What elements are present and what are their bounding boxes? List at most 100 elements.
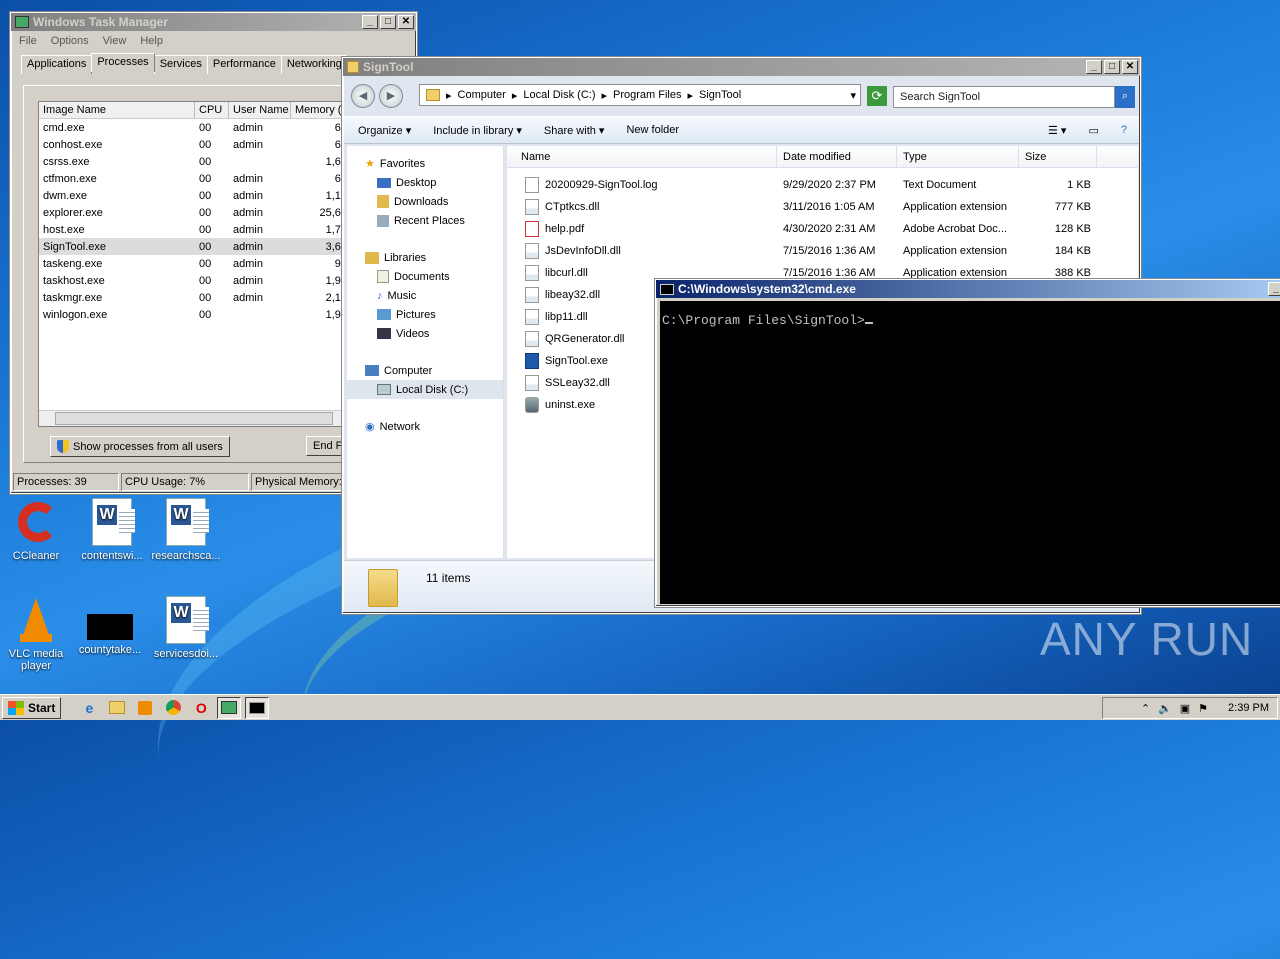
nav-network[interactable]: ◉ Network <box>347 417 503 436</box>
forward-button[interactable]: ▶ <box>379 84 403 108</box>
show-hidden-icons-icon[interactable]: ⌃ <box>1141 702 1150 715</box>
nav-documents[interactable]: Documents <box>347 267 503 286</box>
chrome-icon[interactable] <box>161 697 185 719</box>
menu-file[interactable]: File <box>19 35 37 47</box>
process-user: admin <box>233 291 263 304</box>
back-button[interactable]: ◀ <box>351 84 375 108</box>
nav-downloads[interactable]: Downloads <box>347 192 503 211</box>
breadcrumb-program-files[interactable]: Program Files <box>613 89 681 101</box>
menu-view[interactable]: View <box>103 35 127 47</box>
nav-label: Computer <box>384 364 433 377</box>
column-size[interactable]: Size <box>1019 146 1097 167</box>
column-image-name[interactable]: Image Name <box>39 102 195 118</box>
minimize-button[interactable]: _ <box>1086 60 1102 74</box>
nav-videos[interactable]: Videos <box>347 324 503 343</box>
cmd-taskbar-icon[interactable] <box>245 696 270 719</box>
opera-icon[interactable]: O <box>189 697 213 719</box>
nav-music[interactable]: ♪ Music <box>347 286 503 305</box>
tab-performance[interactable]: Performance <box>206 55 282 74</box>
file-name: libeay32.dll <box>545 289 601 301</box>
nav-favorites[interactable]: ★ Favorites <box>347 154 503 173</box>
maximize-button[interactable]: □ <box>380 15 396 29</box>
explorer-titlebar[interactable]: SignTool _ □ ✕ <box>343 58 1140 76</box>
share-with-label: Share with <box>543 124 596 137</box>
file-explorer-icon[interactable] <box>105 697 129 719</box>
address-bar[interactable]: ▸ Computer ▸ Local Disk (C:) ▸ Program F… <box>419 84 861 106</box>
file-row[interactable]: JsDevInfoDll.dll 7/15/2016 1:36 AM Applica… <box>507 240 1138 262</box>
tab-applications[interactable]: Applications <box>21 55 93 74</box>
nav-local-disk[interactable]: Local Disk (C:) <box>347 380 503 399</box>
action-center-flag-icon[interactable]: ⚑ <box>1198 702 1208 715</box>
desktop-icon-researchsca[interactable]: researchsca... <box>150 498 222 562</box>
start-button[interactable]: Start <box>2 696 62 719</box>
console-output[interactable]: C:\Program Files\SignTool> <box>660 301 1280 604</box>
breadcrumb-separator-icon: ▸ <box>687 89 694 102</box>
task-manager-titlebar[interactable]: Windows Task Manager _ □ ✕ <box>11 13 416 31</box>
include-in-library-button[interactable]: Include in library ▾ <box>433 124 522 137</box>
file-row[interactable]: 20200929-SignTool.log 9/29/2020 2:37 PM Te… <box>507 174 1138 196</box>
desktop-icon-ccleaner[interactable]: CCleaner <box>0 498 72 562</box>
desktop-icon-vlc[interactable]: VLC media player <box>0 596 72 672</box>
refresh-icon[interactable]: ⟳ <box>867 86 887 106</box>
file-date: 9/29/2020 2:37 PM <box>783 179 876 191</box>
process-user: admin <box>233 257 263 270</box>
column-type[interactable]: Type <box>897 146 1019 167</box>
clock[interactable]: 2:39 PM <box>1228 702 1269 714</box>
cmd-titlebar[interactable]: C:\Windows\system32\cmd.exe _ <box>656 280 1280 298</box>
file-date: 7/15/2016 1:36 AM <box>783 267 876 279</box>
tab-networking[interactable]: Networking <box>280 55 348 74</box>
nav-label: Pictures <box>396 308 436 321</box>
minimize-button[interactable]: _ <box>1268 282 1280 296</box>
preview-pane-icon[interactable]: ▭ <box>1088 124 1098 137</box>
column-cpu[interactable]: CPU <box>195 102 229 118</box>
breadcrumb-computer[interactable]: Computer <box>458 89 506 101</box>
volume-icon[interactable]: 🔈 <box>1158 702 1172 715</box>
status-cpu: CPU Usage: 7% <box>121 473 249 491</box>
column-user-name[interactable]: User Name <box>229 102 291 118</box>
internet-explorer-icon[interactable]: e <box>77 697 101 719</box>
desktop-icon-contentswi[interactable]: contentswi... <box>76 498 148 562</box>
desktop-icon-servicesdoi[interactable]: servicesdoi... <box>150 596 222 660</box>
share-with-button[interactable]: Share with ▾ <box>544 124 605 137</box>
exe-icon <box>525 353 539 369</box>
new-folder-button[interactable]: New folder <box>626 124 679 136</box>
menu-help[interactable]: Help <box>140 35 163 47</box>
nav-libraries[interactable]: Libraries <box>347 248 503 267</box>
address-dropdown-icon[interactable]: ▾ <box>850 89 856 102</box>
tab-services[interactable]: Services <box>153 55 208 74</box>
close-button[interactable]: ✕ <box>398 15 414 29</box>
nav-recent-places[interactable]: Recent Places <box>347 211 503 230</box>
shield-icon <box>57 440 69 453</box>
file-name-cell: JsDevInfoDll.dll <box>507 243 777 259</box>
organize-button[interactable]: Organize ▾ <box>358 124 411 137</box>
nav-desktop[interactable]: Desktop <box>347 173 503 192</box>
search-icon[interactable]: ⌕ <box>1115 86 1135 108</box>
task-manager-taskbar-icon[interactable] <box>217 696 242 719</box>
show-all-processes-button[interactable]: Show processes from all users <box>50 436 230 457</box>
maximize-button[interactable]: □ <box>1104 60 1120 74</box>
media-player-icon[interactable] <box>133 697 157 719</box>
folder-icon <box>426 89 440 101</box>
file-type: Adobe Acrobat Doc... <box>903 223 1007 235</box>
menu-options[interactable]: Options <box>51 35 89 47</box>
file-size: 388 KB <box>1054 267 1091 279</box>
breadcrumb-signtool[interactable]: SignTool <box>699 89 741 101</box>
close-button[interactable]: ✕ <box>1122 60 1138 74</box>
help-icon[interactable]: ? <box>1121 124 1127 136</box>
process-user: admin <box>233 274 263 287</box>
file-name: libcurl.dll <box>545 267 588 279</box>
minimize-button[interactable]: _ <box>362 15 378 29</box>
desktop-icon-countytake[interactable]: countytake... <box>74 596 146 656</box>
tab-processes[interactable]: Processes <box>91 53 155 72</box>
file-row[interactable]: help.pdf 4/30/2020 2:31 AM Adobe Acrobat D… <box>507 218 1138 240</box>
view-options-icon[interactable]: ☰ ▾ <box>1048 124 1066 137</box>
column-date-modified[interactable]: Date modified <box>777 146 897 167</box>
nav-computer[interactable]: Computer <box>347 361 503 380</box>
scrollbar-thumb[interactable] <box>55 412 333 425</box>
file-row[interactable]: CTptkcs.dll 3/11/2016 1:05 AM Application … <box>507 196 1138 218</box>
search-input[interactable]: Search SignTool <box>893 86 1115 108</box>
nav-pictures[interactable]: Pictures <box>347 305 503 324</box>
column-name[interactable]: Name <box>507 146 777 167</box>
network-tray-icon[interactable]: ▣ <box>1180 702 1190 715</box>
breadcrumb-local-disk[interactable]: Local Disk (C:) <box>523 89 595 101</box>
